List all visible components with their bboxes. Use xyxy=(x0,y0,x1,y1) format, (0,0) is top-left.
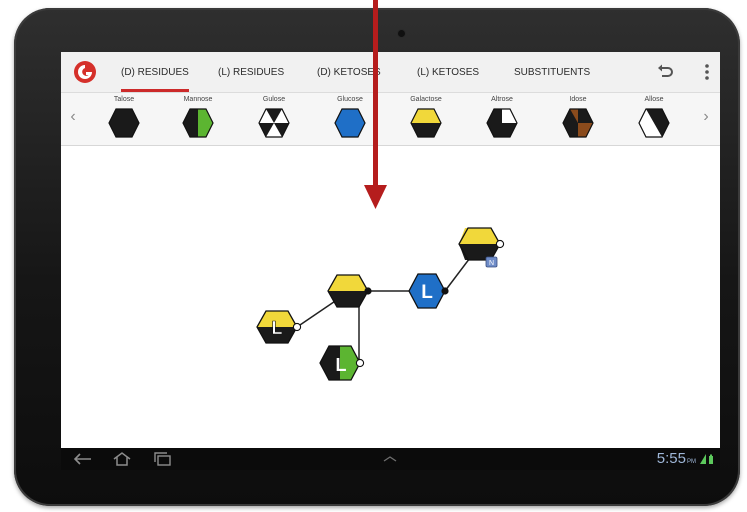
glucose-l-node[interactable]: L xyxy=(408,273,449,309)
node-label: L xyxy=(272,318,283,338)
tab-label: (L) KETOSES xyxy=(417,67,480,78)
clock: 5:55PM xyxy=(657,450,696,470)
tab-d-ketoses[interactable]: (D) KETOSES xyxy=(317,52,381,92)
app-logo-icon[interactable] xyxy=(73,60,97,84)
badge-label: N xyxy=(489,260,494,267)
chevron-left-icon[interactable]: ‹ xyxy=(67,107,79,127)
glycan-canvas[interactable]: N L L L xyxy=(61,146,720,448)
back-icon[interactable] xyxy=(71,451,93,467)
action-bar: (D) RESIDUES (L) RESIDUES (D) KETOSES (L… xyxy=(61,52,720,93)
tab-label: SUBSTITUENTS xyxy=(514,67,591,78)
altrose-hexagon-icon xyxy=(486,108,518,138)
clock-suffix: PM xyxy=(687,459,696,465)
talose-hexagon-icon xyxy=(108,108,140,138)
home-icon[interactable] xyxy=(111,451,133,467)
bottom-mannose-l-node[interactable]: L xyxy=(319,345,365,381)
overflow-menu-icon[interactable] xyxy=(697,62,717,82)
palette-item-galactose[interactable]: Galactose xyxy=(396,95,456,143)
idose-hexagon-icon xyxy=(562,108,594,138)
left-galactose-l-node[interactable]: L xyxy=(256,310,302,344)
central-galactose-node[interactable] xyxy=(327,274,372,308)
palette-item-label: Glucose xyxy=(337,96,363,103)
allose-hexagon-icon xyxy=(638,108,670,138)
palette-item-label: Idose xyxy=(569,96,587,103)
upper-galactose-node[interactable]: N xyxy=(458,227,505,268)
app-screen: (D) RESIDUES (L) RESIDUES (D) KETOSES (L… xyxy=(61,52,720,470)
tab-label: (D) KETOSES xyxy=(317,67,381,78)
palette-item-talose[interactable]: Talose xyxy=(94,95,154,143)
front-camera xyxy=(398,30,405,37)
palette-item-label: Galactose xyxy=(410,96,442,103)
galactose-hexagon-icon xyxy=(410,108,442,138)
gulose-hexagon-icon xyxy=(258,108,290,138)
palette-item-altrose[interactable]: Altrose xyxy=(472,95,532,143)
system-nav-bar: 5:55PM xyxy=(61,448,720,470)
tab-label: (L) RESIDUES xyxy=(218,67,285,78)
palette-item-label: Mannose xyxy=(183,96,213,103)
palette-item-allose[interactable]: Allose xyxy=(624,95,684,143)
glucose-hexagon-icon xyxy=(334,108,366,138)
tab-l-residues[interactable]: (L) RESIDUES xyxy=(218,52,284,92)
node-label: L xyxy=(421,282,433,303)
palette-item-label: Allose xyxy=(644,96,664,103)
tab-substituents[interactable]: SUBSTITUENTS xyxy=(514,52,590,92)
recent-apps-icon[interactable] xyxy=(152,451,174,467)
tab-label: (D) RESIDUES xyxy=(121,67,189,78)
tab-l-ketoses[interactable]: (L) KETOSES xyxy=(417,52,479,92)
signal-battery-icon xyxy=(700,454,713,464)
undo-icon[interactable] xyxy=(655,62,675,82)
palette-item-gulose[interactable]: Gulose xyxy=(244,95,304,143)
tab-d-residues[interactable]: (D) RESIDUES xyxy=(121,52,189,92)
palette-item-idose[interactable]: Idose xyxy=(548,95,608,143)
palette-item-label: Talose xyxy=(113,96,135,103)
residue-palette: ‹ Talose Mannose Gulose Glucose Galactos… xyxy=(61,93,720,146)
chevron-right-icon[interactable]: › xyxy=(700,107,712,127)
palette-item-glucose[interactable]: Glucose xyxy=(320,95,380,143)
clock-time: 5:55 xyxy=(656,450,686,467)
palette-item-label: Gulose xyxy=(262,96,286,103)
mannose-hexagon-icon xyxy=(182,108,214,138)
node-label: L xyxy=(336,355,347,375)
palette-item-mannose[interactable]: Mannose xyxy=(168,95,228,143)
palette-item-label: Altrose xyxy=(491,96,513,103)
chevron-up-icon[interactable] xyxy=(380,451,400,467)
